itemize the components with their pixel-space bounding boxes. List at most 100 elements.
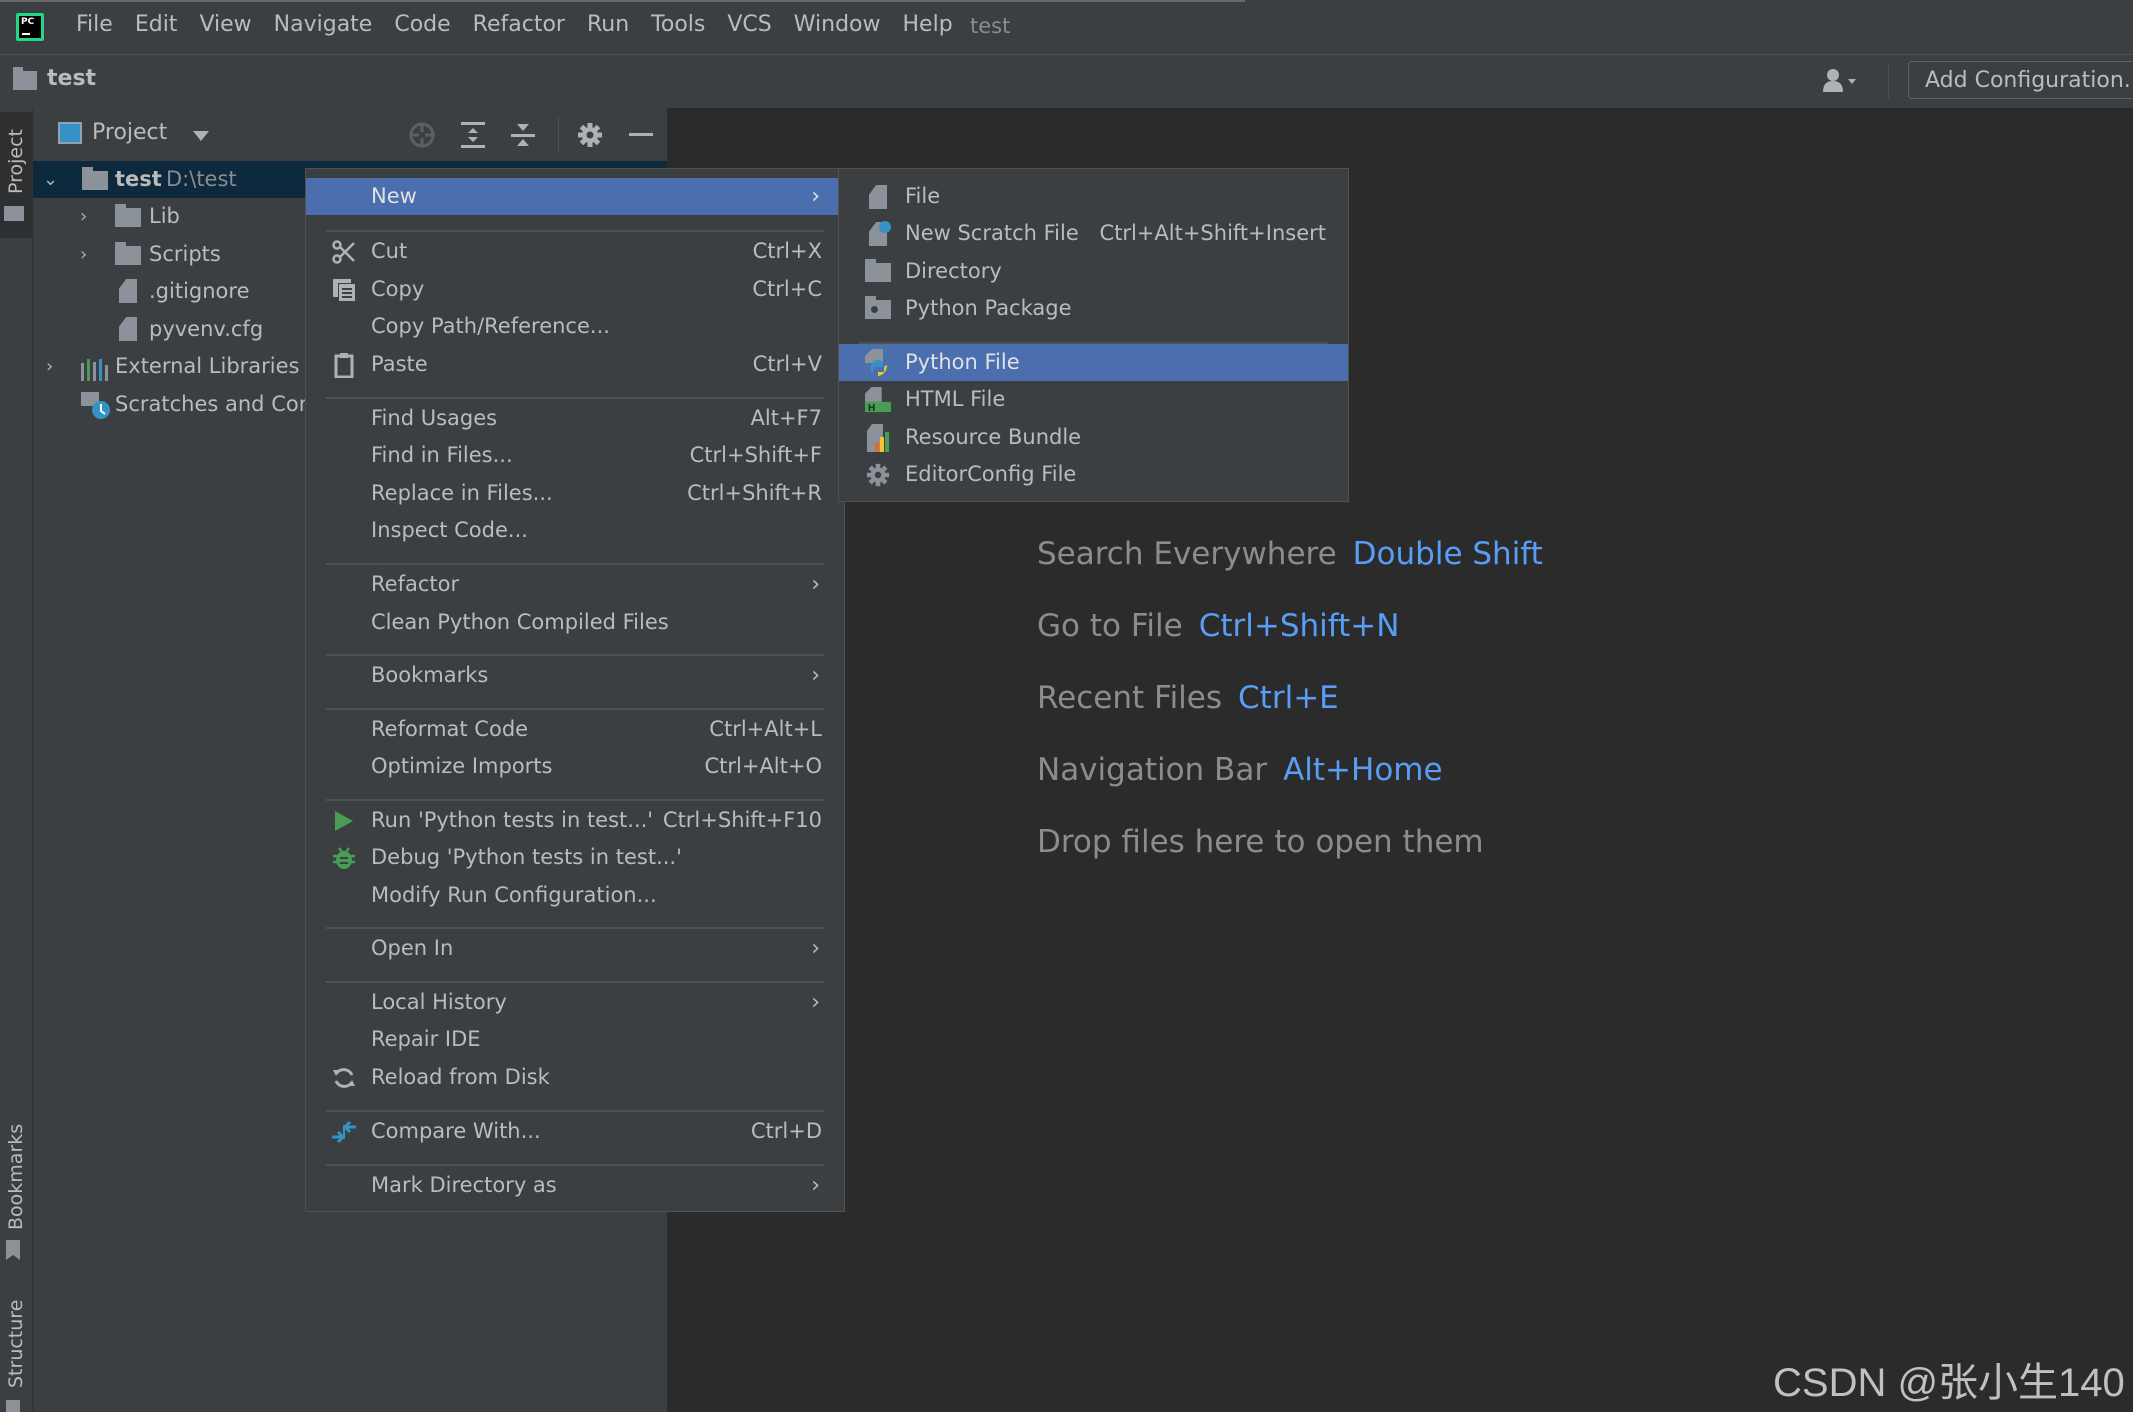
menu-item-reformat-code[interactable]: Reformat Code Ctrl+Alt+L bbox=[306, 711, 844, 748]
menu-item-label: File bbox=[905, 184, 941, 208]
bookmark-icon bbox=[6, 1240, 20, 1260]
tree-item-label: Scripts bbox=[149, 242, 221, 266]
menu-tools[interactable]: Tools bbox=[651, 12, 716, 37]
menu-item-copy-path[interactable]: Copy Path/Reference... bbox=[306, 308, 844, 345]
expand-all-icon[interactable] bbox=[456, 118, 490, 152]
submenu-item-html-file[interactable]: H HTML File bbox=[839, 381, 1348, 418]
tree-item-scratches[interactable]: Scratches and Consoles bbox=[33, 386, 305, 423]
menu-item-new[interactable]: New › bbox=[306, 178, 844, 215]
chevron-right-icon: › bbox=[811, 1173, 820, 1198]
menu-file[interactable]: File bbox=[76, 12, 124, 37]
project-view-selector[interactable]: Project bbox=[92, 120, 167, 145]
debug-icon bbox=[331, 845, 357, 871]
menu-item-label: Copy bbox=[371, 277, 425, 301]
menu-code[interactable]: Code bbox=[394, 12, 461, 37]
menu-help[interactable]: Help bbox=[903, 12, 964, 37]
scratches-icon bbox=[81, 392, 111, 423]
stripe-project-tab[interactable]: Project bbox=[0, 112, 32, 238]
menu-item-copy[interactable]: Copy Ctrl+C bbox=[306, 271, 844, 308]
locate-target-icon[interactable] bbox=[405, 118, 439, 152]
minimize-icon[interactable] bbox=[624, 118, 658, 152]
menu-item-label: Directory bbox=[905, 259, 1002, 283]
submenu-item-python-package[interactable]: Python Package bbox=[839, 290, 1348, 327]
menu-run[interactable]: Run bbox=[587, 12, 640, 37]
menu-item-find-in-files[interactable]: Find in Files... Ctrl+Shift+F bbox=[306, 437, 844, 474]
menu-item-run-tests[interactable]: Run 'Python tests in test...' Ctrl+Shift… bbox=[306, 802, 844, 839]
stripe-structure-tab[interactable]: Structure bbox=[0, 1300, 32, 1412]
menu-separator bbox=[326, 1164, 824, 1166]
chevron-right-icon[interactable]: › bbox=[80, 236, 87, 273]
menu-item-mark-directory[interactable]: Mark Directory as › bbox=[306, 1167, 844, 1204]
menu-item-compare-with[interactable]: Compare With... Ctrl+D bbox=[306, 1113, 844, 1150]
menu-item-shortcut: Ctrl+X bbox=[752, 239, 822, 263]
submenu-item-python-file[interactable]: Python File bbox=[839, 344, 1348, 381]
submenu-item-editorconfig[interactable]: EditorConfig File bbox=[839, 456, 1348, 493]
menu-item-clean-compiled[interactable]: Clean Python Compiled Files bbox=[306, 604, 844, 641]
navigation-bar bbox=[0, 55, 2133, 108]
submenu-item-file[interactable]: File bbox=[839, 178, 1348, 215]
hint-go-to-file: Go to File Ctrl+Shift+N bbox=[1037, 608, 1399, 644]
menu-item-modify-run-config[interactable]: Modify Run Configuration... bbox=[306, 877, 844, 914]
chevron-right-icon: › bbox=[811, 990, 820, 1015]
breadcrumb-project[interactable]: test bbox=[47, 66, 96, 91]
package-icon bbox=[865, 295, 891, 322]
context-menu: New › Cut Ctrl+X Copy Ctrl+C Copy Path/R… bbox=[305, 168, 845, 1212]
tree-item-path: D:\test bbox=[166, 167, 237, 191]
chevron-right-icon: › bbox=[811, 184, 820, 209]
copy-icon bbox=[331, 277, 357, 303]
menu-item-label: New Scratch File bbox=[905, 221, 1079, 245]
menu-item-label: Mark Directory as bbox=[371, 1173, 557, 1197]
menu-item-shortcut: Ctrl+Shift+F10 bbox=[662, 808, 822, 832]
menu-item-inspect-code[interactable]: Inspect Code... bbox=[306, 512, 844, 549]
chevron-right-icon: › bbox=[811, 572, 820, 597]
chevron-down-icon[interactable]: ⌄ bbox=[43, 161, 58, 198]
menu-navigate[interactable]: Navigate bbox=[274, 12, 384, 37]
menu-refactor[interactable]: Refactor bbox=[473, 12, 576, 37]
menu-item-label: Local History bbox=[371, 990, 507, 1014]
folder-icon bbox=[865, 258, 891, 285]
menu-edit[interactable]: Edit bbox=[135, 12, 189, 37]
menu-item-paste[interactable]: Paste Ctrl+V bbox=[306, 346, 844, 383]
hint-search-everywhere: Search Everywhere Double Shift bbox=[1037, 536, 1543, 572]
submenu-item-scratch-file[interactable]: New Scratch File Ctrl+Alt+Shift+Insert bbox=[839, 215, 1348, 252]
menu-item-open-in[interactable]: Open In › bbox=[306, 930, 844, 967]
menu-item-cut[interactable]: Cut Ctrl+X bbox=[306, 233, 844, 270]
menu-item-shortcut: Ctrl+V bbox=[752, 352, 822, 376]
chevron-down-icon[interactable] bbox=[193, 131, 209, 141]
menu-vcs[interactable]: VCS bbox=[727, 12, 782, 37]
menu-item-local-history[interactable]: Local History › bbox=[306, 984, 844, 1021]
menu-item-label: Compare With... bbox=[371, 1119, 541, 1143]
menu-view[interactable]: View bbox=[199, 12, 262, 37]
menu-item-debug-tests[interactable]: Debug 'Python tests in test...' bbox=[306, 839, 844, 876]
svg-text:H: H bbox=[868, 403, 876, 414]
menu-item-refactor[interactable]: Refactor › bbox=[306, 566, 844, 603]
menu-item-bookmarks[interactable]: Bookmarks › bbox=[306, 657, 844, 694]
submenu-item-resource-bundle[interactable]: Resource Bundle bbox=[839, 419, 1348, 456]
menu-window[interactable]: Window bbox=[794, 12, 892, 37]
menu-item-repair-ide[interactable]: Repair IDE bbox=[306, 1021, 844, 1058]
collapse-all-icon[interactable] bbox=[506, 118, 540, 152]
user-account-icon[interactable] bbox=[1822, 68, 1858, 94]
submenu-item-directory[interactable]: Directory bbox=[839, 253, 1348, 290]
reload-icon bbox=[331, 1065, 357, 1091]
ignore-file-icon bbox=[119, 279, 137, 303]
stripe-project-label: Project bbox=[5, 128, 27, 194]
menu-separator bbox=[326, 1110, 824, 1112]
chevron-right-icon[interactable]: › bbox=[46, 348, 53, 385]
menu-item-label: Python Package bbox=[905, 296, 1072, 320]
header-divider bbox=[558, 118, 559, 152]
python-file-icon bbox=[865, 349, 891, 376]
hint-navigation-bar: Navigation Bar Alt+Home bbox=[1037, 752, 1443, 788]
chevron-right-icon[interactable]: › bbox=[80, 198, 87, 235]
tree-item-label: Scratches and Consoles bbox=[115, 392, 305, 416]
menu-item-optimize-imports[interactable]: Optimize Imports Ctrl+Alt+O bbox=[306, 748, 844, 785]
menu-item-replace-in-files[interactable]: Replace in Files... Ctrl+Shift+R bbox=[306, 475, 844, 512]
menu-item-label: Optimize Imports bbox=[371, 754, 553, 778]
menu-item-find-usages[interactable]: Find Usages Alt+F7 bbox=[306, 400, 844, 437]
add-configuration-button[interactable]: Add Configuration... bbox=[1908, 61, 2133, 99]
gear-icon[interactable] bbox=[573, 118, 607, 152]
stripe-bookmarks-tab[interactable]: Bookmarks bbox=[0, 1118, 32, 1268]
hint-drop-files: Drop files here to open them bbox=[1037, 824, 1484, 860]
toolbar-divider bbox=[1888, 64, 1889, 98]
menu-item-reload-from-disk[interactable]: Reload from Disk bbox=[306, 1059, 844, 1096]
